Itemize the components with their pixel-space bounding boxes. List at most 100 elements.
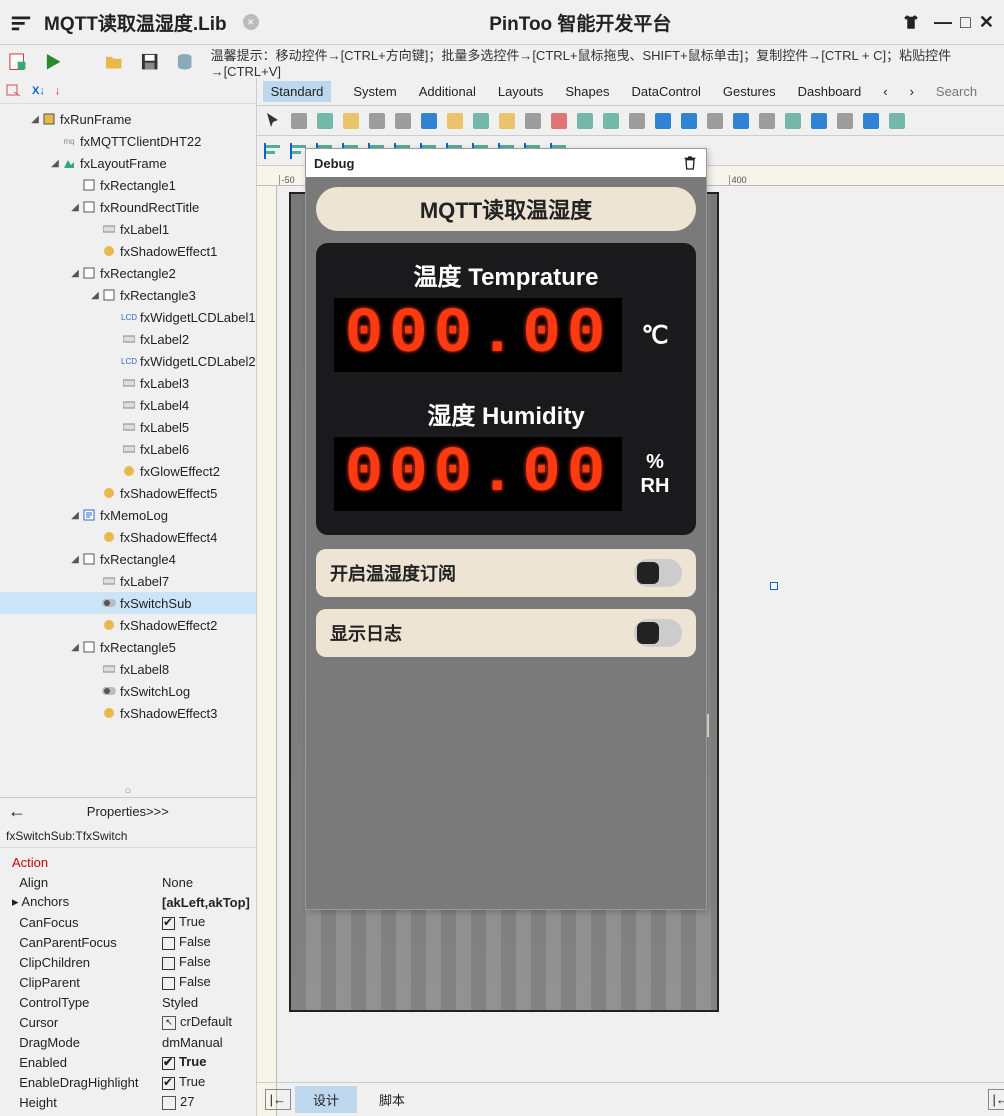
tree-item-fxGlowEffect2[interactable]: fxGlowEffect2 <box>0 460 256 482</box>
palette-icon-8[interactable] <box>497 111 517 131</box>
palette-icon-6[interactable] <box>445 111 465 131</box>
component-palette[interactable] <box>257 106 1004 136</box>
tree-paste-icon[interactable]: ↓ <box>55 85 61 97</box>
palette-icon-3[interactable] <box>367 111 387 131</box>
prop-ControlType[interactable]: ControlTypeStyled <box>0 992 256 1012</box>
tree-item-fxLabel2[interactable]: fxLabel2 <box>0 328 256 350</box>
tree-item-fxShadowEffect2[interactable]: fxShadowEffect2 <box>0 614 256 636</box>
prop-Align[interactable]: AlignNone <box>0 872 256 892</box>
palette-icon-14[interactable] <box>653 111 673 131</box>
tree-item-fxLayoutFrame[interactable]: ◢fxLayoutFrame <box>0 152 256 174</box>
tree-item-fxLabel6[interactable]: fxLabel6 <box>0 438 256 460</box>
palette-icon-9[interactable] <box>523 111 543 131</box>
palette-icon-21[interactable] <box>835 111 855 131</box>
new-icon[interactable] <box>8 52 27 72</box>
tree-item-fxSwitchLog[interactable]: fxSwitchLog <box>0 680 256 702</box>
tree-item-fxMQTTClientDHT22[interactable]: mqfxMQTTClientDHT22 <box>0 130 256 152</box>
tab-dashboard[interactable]: Dashboard <box>798 84 862 99</box>
palette-icon-11[interactable] <box>575 111 595 131</box>
search-input[interactable] <box>936 84 1004 99</box>
back-design-icon[interactable]: |← <box>265 1089 291 1110</box>
prop-CanParentFocus[interactable]: CanParentFocusFalse <box>0 932 256 952</box>
palette-icon-19[interactable] <box>783 111 803 131</box>
tab-gestures[interactable]: Gestures <box>723 84 776 99</box>
tree-item-fxMemoLog[interactable]: ◢fxMemoLog <box>0 504 256 526</box>
palette-icon-18[interactable] <box>757 111 777 131</box>
properties-panel[interactable]: Action AlignNone▸ Anchors[akLeft,akTop] … <box>0 848 256 1116</box>
palette-icon-12[interactable] <box>601 111 621 131</box>
tabs-next-icon[interactable]: › <box>910 84 914 99</box>
tab-standard[interactable]: Standard <box>263 81 332 102</box>
debug-window[interactable]: Debug MQTT读取温湿度 温度 Temprature 000.00 ℃ 湿… <box>305 148 707 910</box>
tree-item-fxRectangle1[interactable]: fxRectangle1 <box>0 174 256 196</box>
tree-expand-icon[interactable] <box>6 84 22 98</box>
structure-tree[interactable]: ◢fxRunFramemqfxMQTTClientDHT22◢fxLayoutF… <box>0 104 256 785</box>
close-button[interactable]: ✕ <box>979 12 994 33</box>
tree-item-fxRectangle4[interactable]: ◢fxRectangle4 <box>0 548 256 570</box>
tree-item-fxSwitchSub[interactable]: fxSwitchSub <box>0 592 256 614</box>
tab-shapes[interactable]: Shapes <box>565 84 609 99</box>
palette-icon-10[interactable] <box>549 111 569 131</box>
tree-item-fxWidgetLCDLabel2[interactable]: LCDfxWidgetLCDLabel2 <box>0 350 256 372</box>
palette-icon-16[interactable] <box>705 111 725 131</box>
tab-datacontrol[interactable]: DataControl <box>631 84 700 99</box>
open-icon[interactable] <box>104 52 123 72</box>
tree-item-fxLabel5[interactable]: fxLabel5 <box>0 416 256 438</box>
run-icon[interactable] <box>43 52 62 72</box>
close-file-icon[interactable]: × <box>243 14 259 30</box>
trash-icon[interactable] <box>682 155 698 171</box>
tab-system[interactable]: System <box>353 84 396 99</box>
prop-Enabled[interactable]: EnabledTrue <box>0 1052 256 1072</box>
tree-item-fxShadowEffect1[interactable]: fxShadowEffect1 <box>0 240 256 262</box>
forward-icon[interactable]: |← <box>988 1089 1004 1110</box>
align-left-icon[interactable] <box>263 141 283 161</box>
maximize-button[interactable]: □ <box>960 12 971 33</box>
tree-item-fxLabel4[interactable]: fxLabel4 <box>0 394 256 416</box>
tab-design[interactable]: 设计 <box>295 1086 357 1113</box>
palette-icon-4[interactable] <box>393 111 413 131</box>
palette-icon-1[interactable] <box>315 111 335 131</box>
tree-cut-icon[interactable]: X↓ <box>32 85 45 97</box>
palette-icon-0[interactable] <box>289 111 309 131</box>
prop-Height[interactable]: Height27 <box>0 1092 256 1112</box>
palette-icon-7[interactable] <box>471 111 491 131</box>
cursor-icon[interactable] <box>263 111 283 131</box>
prop-Action[interactable]: Action <box>0 852 256 872</box>
tree-item-fxLabel3[interactable]: fxLabel3 <box>0 372 256 394</box>
tree-item-fxRunFrame[interactable]: ◢fxRunFrame <box>0 108 256 130</box>
tab-layouts[interactable]: Layouts <box>498 84 544 99</box>
prop-CanFocus[interactable]: CanFocusTrue <box>0 912 256 932</box>
props-title[interactable]: Properties>>> <box>87 804 169 819</box>
tree-item-fxShadowEffect3[interactable]: fxShadowEffect3 <box>0 702 256 724</box>
tree-item-fxShadowEffect5[interactable]: fxShadowEffect5 <box>0 482 256 504</box>
prop-Cursor[interactable]: Cursor↖crDefault <box>0 1012 256 1032</box>
prop-ClipParent[interactable]: ClipParentFalse <box>0 972 256 992</box>
resize-handle[interactable] <box>770 582 778 590</box>
prop-EnableDragHighlight[interactable]: EnableDragHighlightTrue <box>0 1072 256 1092</box>
palette-icon-20[interactable] <box>809 111 829 131</box>
tree-item-fxLabel7[interactable]: fxLabel7 <box>0 570 256 592</box>
database-icon[interactable] <box>175 52 194 72</box>
palette-icon-5[interactable] <box>419 111 439 131</box>
shirt-icon[interactable] <box>902 13 920 31</box>
palette-icon-13[interactable] <box>627 111 647 131</box>
minimize-button[interactable]: — <box>934 12 952 33</box>
tree-item-fxRoundRectTitle[interactable]: ◢fxRoundRectTitle <box>0 196 256 218</box>
palette-icon-22[interactable] <box>861 111 881 131</box>
palette-icon-15[interactable] <box>679 111 699 131</box>
tree-item-fxRectangle3[interactable]: ◢fxRectangle3 <box>0 284 256 306</box>
prop-ClipChildren[interactable]: ClipChildrenFalse <box>0 952 256 972</box>
tab-additional[interactable]: Additional <box>419 84 476 99</box>
prop-DragMode[interactable]: DragModedmManual <box>0 1032 256 1052</box>
palette-icon-17[interactable] <box>731 111 751 131</box>
tree-item-fxRectangle5[interactable]: ◢fxRectangle5 <box>0 636 256 658</box>
prop-Anchors[interactable]: ▸ Anchors[akLeft,akTop] <box>0 892 256 912</box>
palette-icon-2[interactable] <box>341 111 361 131</box>
palette-icon-23[interactable] <box>887 111 907 131</box>
tab-script[interactable]: 脚本 <box>361 1086 423 1113</box>
tree-item-fxLabel1[interactable]: fxLabel1 <box>0 218 256 240</box>
tabs-prev-icon[interactable]: ‹ <box>883 84 887 99</box>
tree-item-fxShadowEffect4[interactable]: fxShadowEffect4 <box>0 526 256 548</box>
switch-log[interactable] <box>634 619 682 647</box>
tree-item-fxRectangle2[interactable]: ◢fxRectangle2 <box>0 262 256 284</box>
